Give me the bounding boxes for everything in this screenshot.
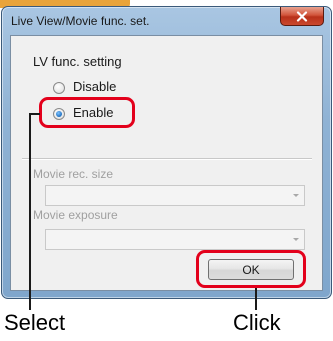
chevron-down-icon: [293, 238, 299, 241]
chevron-down-icon: [293, 194, 299, 197]
movie-exposure-label: Movie exposure: [33, 208, 118, 222]
click-caption: Click: [233, 310, 281, 335]
disable-radio-label[interactable]: Disable: [73, 79, 116, 94]
close-x-icon: [296, 10, 308, 22]
ok-highlight: [196, 250, 306, 288]
window-title: Live View/Movie func. set.: [11, 14, 150, 28]
group-separator: [22, 158, 312, 160]
click-callout-vertical: [255, 288, 257, 310]
instruction-figure: Live View/Movie func. set. LV func. sett…: [0, 0, 333, 341]
select-caption: Select: [4, 310, 66, 335]
movie-rec-size-label: Movie rec. size: [33, 167, 114, 181]
close-button[interactable]: [280, 7, 324, 26]
movie-exposure-dropdown[interactable]: [45, 229, 305, 250]
enable-highlight: [39, 97, 135, 128]
select-callout-horizontal: [29, 113, 40, 115]
movie-rec-size-dropdown[interactable]: [45, 185, 305, 206]
select-callout-vertical: [29, 113, 31, 310]
disable-radio[interactable]: [53, 82, 65, 94]
lv-func-setting-label: LV func. setting: [33, 54, 122, 69]
